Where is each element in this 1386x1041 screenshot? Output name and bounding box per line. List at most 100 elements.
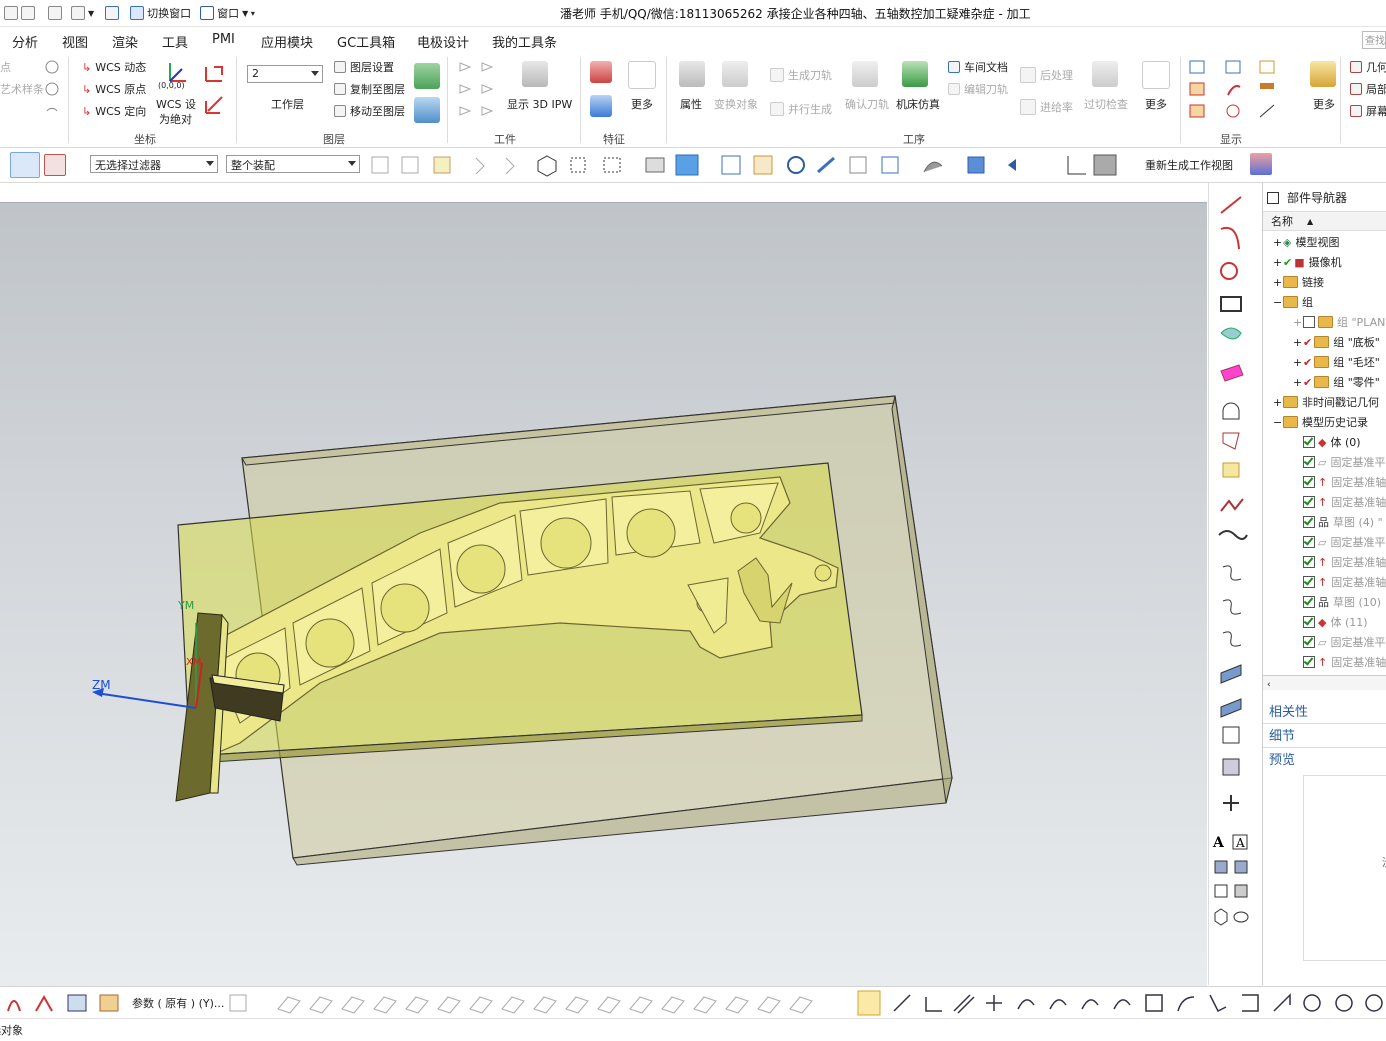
show-3d-ipw-icon[interactable] (522, 61, 548, 87)
tree-item-datum-axis[interactable]: ↑ 固定基准轴 (1263, 652, 1386, 672)
checkbox[interactable] (1303, 436, 1315, 448)
feature-group-icon[interactable] (590, 95, 612, 117)
machine-sim-button[interactable]: 机床仿真 (896, 96, 940, 112)
tree-item-group-base[interactable]: + ✔ 组 "底板" (1263, 332, 1386, 352)
checkbox[interactable] (1303, 576, 1315, 588)
show-3d-ipw-button[interactable]: 显示 3D IPW (507, 96, 572, 112)
transform-button[interactable]: 变换对象 (714, 96, 758, 112)
overcut-check-button[interactable]: 过切检查 (1084, 96, 1128, 112)
generate-toolpath-button[interactable]: 生成刀轨 (770, 67, 832, 83)
local-button[interactable]: 局部 (1350, 81, 1386, 97)
expand-icon[interactable]: + (1273, 256, 1283, 269)
tree-item-cameras[interactable]: + ✔ ■ 摄像机 (1263, 252, 1386, 272)
overcut-check-icon[interactable] (1092, 61, 1118, 87)
tree-item-datum-axis[interactable]: ↑ 固定基准轴 (1263, 492, 1386, 512)
checkbox[interactable] (1303, 516, 1315, 528)
tab-applications[interactable]: 应用模块 (261, 32, 313, 51)
tree-item-datum-plane[interactable]: ▱ 固定基准平 (1263, 632, 1386, 652)
checkbox[interactable] (1303, 456, 1315, 468)
graphics-viewport[interactable]: ZM YM XM (0, 202, 1207, 986)
print-icon[interactable] (48, 6, 62, 20)
tree-item-datum-plane[interactable]: ▱ 固定基准平 (1263, 452, 1386, 472)
tree-item-model-history[interactable]: − 模型历史记录 (1263, 412, 1386, 432)
bottom-left-icons[interactable] (0, 987, 130, 1019)
selection-filter-combo[interactable]: 无选择过滤器 (90, 155, 218, 173)
menu-toggle-icon[interactable] (10, 152, 40, 178)
display-more-icon[interactable] (1310, 61, 1336, 87)
switch-window-button[interactable]: 切换窗口 (147, 5, 191, 21)
display-more-button[interactable]: 更多 (1313, 96, 1335, 112)
parallel-generate-button[interactable]: 并行生成 (770, 101, 832, 117)
tree-item-datum-axis[interactable]: ↑ 固定基准轴 (1263, 552, 1386, 572)
shop-doc-button[interactable]: 车间文档 (948, 59, 1008, 75)
tree-item-group-part[interactable]: + ✔ 组 "零件" (1263, 372, 1386, 392)
navigator-column-header[interactable]: 名称 ▲ (1263, 211, 1386, 231)
checkbox[interactable] (1303, 316, 1315, 328)
wcs-dynamic-button[interactable]: ↳ WCS 动态 (82, 59, 146, 75)
operation-more-button[interactable]: 更多 (1145, 96, 1167, 112)
screen-button[interactable]: 屏幕 (1350, 103, 1386, 119)
checkbox[interactable] (1303, 656, 1315, 668)
expand-icon[interactable]: + (1273, 396, 1283, 409)
tab-gc-toolbox[interactable]: GC工具箱 (337, 32, 395, 51)
tree-item-group-blank[interactable]: + ✔ 组 "毛坯" (1263, 352, 1386, 372)
wcs-origin-button[interactable]: ↳ WCS 原点 (82, 81, 146, 97)
collapse-icon[interactable]: − (1273, 296, 1283, 309)
tree-item-datum-plane[interactable]: ▱ 固定基准平 (1263, 532, 1386, 552)
edit-toolpath-button[interactable]: 编辑刀轨 (948, 81, 1008, 97)
brush-icon[interactable] (105, 6, 120, 20)
feature-recognition-icon[interactable] (590, 61, 612, 83)
layer-settings-button[interactable]: 图层设置 (334, 59, 394, 75)
move-to-layer-button[interactable]: 移动至图层 (334, 103, 405, 119)
window-icon[interactable] (200, 6, 215, 20)
checkbox[interactable] (1303, 556, 1315, 568)
studio-spline-button[interactable]: 艺术样条 (0, 81, 44, 97)
expand-icon[interactable]: + (1273, 236, 1283, 249)
circle-icons[interactable] (44, 59, 60, 119)
confirm-toolpath-icon[interactable] (852, 61, 878, 87)
tab-electrode-design[interactable]: 电极设计 (417, 32, 469, 51)
tree-item-datum-axis[interactable]: ↑ 固定基准轴 (1263, 572, 1386, 592)
checkbox[interactable] (1303, 536, 1315, 548)
red-check-icon[interactable]: ✔ (1303, 336, 1312, 349)
tree-item-groups[interactable]: − 组 (1263, 292, 1386, 312)
tab-analysis[interactable]: 分析 (12, 32, 38, 51)
tree-item-links[interactable]: + 链接 (1263, 272, 1386, 292)
render-icon[interactable] (1250, 153, 1272, 175)
regen-work-view-button[interactable]: 重新生成工作视图 (1145, 157, 1233, 173)
copy-icon[interactable] (71, 6, 85, 20)
feedrate-button[interactable]: 进给率 (1020, 99, 1073, 115)
tree-item-sketch[interactable]: 品草图 (10) (1263, 592, 1386, 612)
section-preview[interactable]: 预览 (1269, 749, 1295, 768)
properties-icon[interactable] (679, 61, 705, 87)
tab-render[interactable]: 渲染 (112, 32, 138, 51)
params-dropdown[interactable]: 参数 ( 原有 ) (Y)... (132, 995, 224, 1011)
tab-tools[interactable]: 工具 (162, 32, 188, 51)
section-details[interactable]: 细节 (1269, 725, 1295, 744)
wcs-set-absolute-label-1[interactable]: WCS 设 (156, 96, 196, 112)
tree-item-sketch[interactable]: 品草图 (4) " (1263, 512, 1386, 532)
tree-item-non-timestamp[interactable]: + 非时间戳记几何 (1263, 392, 1386, 412)
tree-item-model-views[interactable]: + ◈ 模型视图 (1263, 232, 1386, 252)
view-icons[interactable] (718, 152, 1138, 178)
tab-my-toolbar[interactable]: 我的工具条 (492, 32, 557, 51)
section-dependencies[interactable]: 相关性 (1269, 701, 1308, 720)
tree-item-datum-axis[interactable]: ↑ 固定基准轴 (1263, 472, 1386, 492)
collapse-icon[interactable]: − (1273, 416, 1283, 429)
expand-icon[interactable]: + (1293, 376, 1303, 389)
wcs-set-absolute-label-2[interactable]: 为绝对 (159, 111, 192, 127)
tab-pmi[interactable]: PMI (212, 32, 235, 47)
feature-more-icon[interactable] (628, 61, 656, 89)
expand-icon[interactable]: + (1293, 336, 1303, 349)
selection-scope-combo[interactable]: 整个装配 (226, 155, 360, 173)
checkbox[interactable] (1303, 476, 1315, 488)
geometry-button[interactable]: 几何 (1350, 59, 1386, 75)
search-input[interactable]: 查找 (1362, 31, 1386, 49)
confirm-toolpath-button[interactable]: 确认刀轨 (845, 96, 889, 112)
transform-icon[interactable] (722, 61, 748, 87)
work-layer-combo[interactable]: 2 (247, 65, 323, 83)
snap-and-select-icons[interactable] (368, 152, 708, 178)
checkbox[interactable] (1303, 496, 1315, 508)
layer-visible-icon[interactable] (414, 97, 440, 123)
expand-icon[interactable]: + (1273, 276, 1283, 289)
